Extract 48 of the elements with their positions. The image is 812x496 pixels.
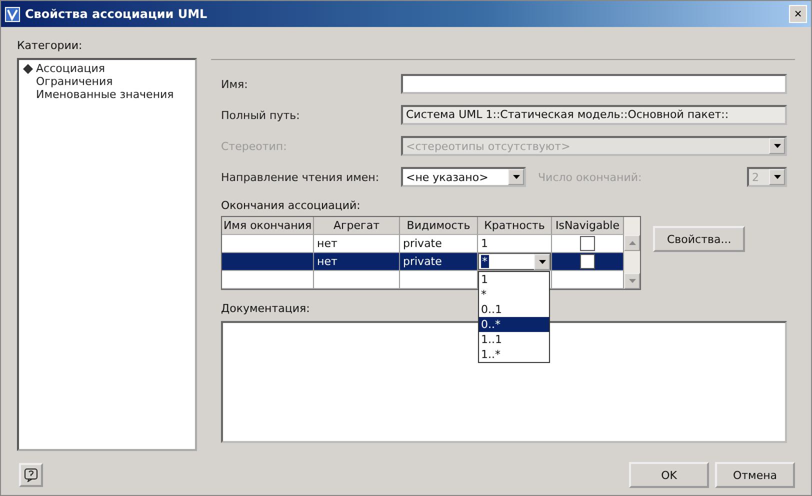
table-cell: нет <box>314 253 400 271</box>
checkbox[interactable] <box>580 236 595 251</box>
dialog-button[interactable]: OK <box>629 462 709 488</box>
association-ends-label: Окончания ассоциаций: <box>221 199 360 212</box>
checkbox[interactable] <box>580 254 595 269</box>
close-button[interactable]: × <box>789 5 807 23</box>
dropdown-option[interactable]: 0..* <box>479 317 549 332</box>
table-cell: 1 <box>481 237 488 250</box>
category-item[interactable]: Именованные значения <box>23 88 191 101</box>
dropdown-arrow-icon <box>538 260 546 264</box>
multiplicity-dropdown[interactable]: * <box>478 253 551 270</box>
dropdown-option[interactable]: 1..1 <box>479 332 549 347</box>
dropdown-option[interactable]: 0..1 <box>479 302 549 317</box>
scroll-down-icon <box>628 279 636 283</box>
app-icon <box>5 6 20 22</box>
table-cell: private <box>400 253 478 271</box>
dropdown-option[interactable]: 1 <box>479 272 549 287</box>
dropdown-option[interactable]: 1..* <box>479 347 549 362</box>
dropdown-arrow-icon <box>774 175 780 179</box>
category-item[interactable]: Ассоциация <box>23 62 191 75</box>
column-header[interactable]: Агрегат <box>314 217 400 235</box>
scroll-up-icon <box>628 241 636 245</box>
reading-direction-dropdown[interactable]: <не указано> <box>401 167 526 187</box>
full-path-label: Полный путь: <box>221 108 301 122</box>
reading-direction-label: Направление чтения имен: <box>221 170 380 184</box>
ends-count-label: Число окончаний: <box>538 170 642 184</box>
column-header[interactable]: Имя окончания <box>222 217 314 235</box>
category-item[interactable]: Ограничения <box>23 75 191 88</box>
stereotype-label: Стереотип: <box>221 140 288 152</box>
help-icon <box>24 468 38 482</box>
column-header[interactable]: IsNavigable <box>552 217 624 235</box>
name-label: Имя: <box>221 78 249 90</box>
dropdown-arrow-icon <box>774 144 780 148</box>
window-title: Свойства ассоциации UML <box>25 7 208 21</box>
categories-label: Категории: <box>17 39 84 52</box>
documentation-field[interactable] <box>221 321 787 443</box>
dialog-button[interactable]: Отмена <box>715 462 795 488</box>
dropdown-option[interactable]: * <box>479 287 549 302</box>
full-path-field[interactable]: Система UML 1::Статическая модель::Основной пакет:: <box>401 105 787 125</box>
scrollbar[interactable] <box>624 217 640 289</box>
properties-button[interactable]: Свойства... <box>653 226 746 252</box>
dropdown-arrow-icon <box>512 175 520 179</box>
column-header[interactable]: Кратность <box>478 217 552 235</box>
help-button[interactable] <box>19 463 43 487</box>
name-field[interactable] <box>401 74 787 94</box>
column-header[interactable]: Видимость <box>400 217 478 235</box>
table-row[interactable]: нет private * <box>222 253 624 271</box>
documentation-label: Документация: <box>221 302 310 315</box>
